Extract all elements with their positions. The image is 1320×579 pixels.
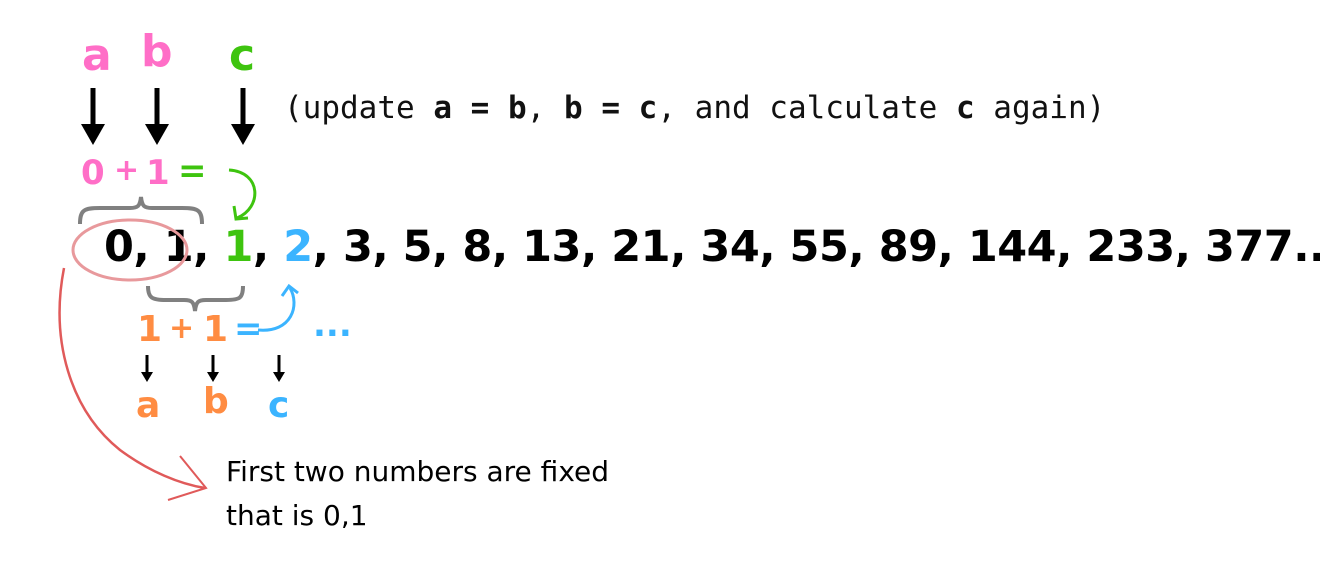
arrow-a-bottom-icon [141, 355, 153, 382]
arrow-b-bottom-icon [207, 355, 219, 382]
brace-bottom-icon [146, 285, 245, 312]
fixed-highlight-ellipse [71, 218, 189, 282]
arrow-c-bottom-icon [273, 355, 285, 382]
arrow-c-top-icon [231, 88, 255, 145]
arrow-a-top-icon [81, 88, 105, 145]
blue-curved-arrow-icon [257, 283, 299, 332]
arrow-b-top-icon [145, 88, 169, 145]
diagram-graphics [58, 88, 299, 501]
green-curved-arrow-icon [228, 168, 257, 221]
red-curved-arrow-icon [58, 267, 208, 501]
